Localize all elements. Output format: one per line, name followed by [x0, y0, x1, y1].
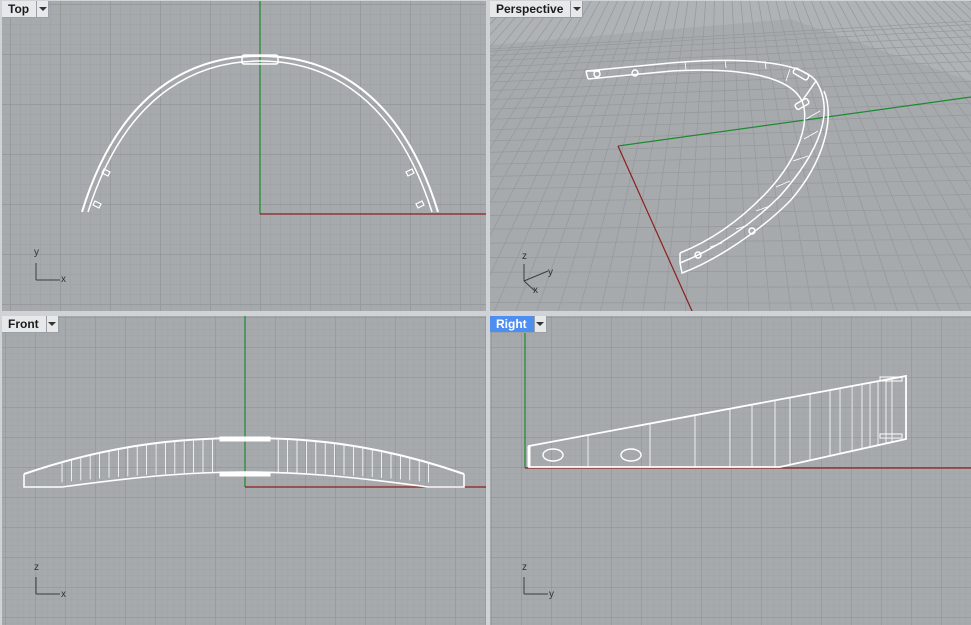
viewport-title[interactable]: Front: [2, 316, 47, 333]
viewport-front[interactable]: z x Front: [2, 316, 486, 625]
axis-label-y: y: [549, 589, 554, 600]
viewport-title[interactable]: Right: [490, 316, 535, 333]
axis-label-y: y: [548, 267, 553, 278]
right-scene: z y: [490, 316, 971, 625]
chevron-down-icon[interactable]: [46, 316, 59, 333]
viewport-top[interactable]: y x Top: [2, 1, 486, 311]
viewport-title[interactable]: Perspective: [490, 1, 572, 18]
axis-label-z: z: [522, 251, 527, 262]
axis-label-x: x: [533, 285, 538, 296]
viewport-tab-front[interactable]: Front: [2, 316, 59, 333]
viewport-tab-right[interactable]: Right: [490, 316, 547, 333]
axis-label-z: z: [34, 562, 39, 573]
viewport-tab-top[interactable]: Top: [2, 1, 50, 18]
viewport-perspective[interactable]: z y x Perspective: [490, 1, 971, 311]
chevron-down-icon[interactable]: [37, 1, 50, 18]
axis-label-y: y: [34, 247, 39, 258]
chevron-down-icon[interactable]: [571, 1, 584, 18]
viewport-right[interactable]: z y Right: [490, 316, 971, 625]
chevron-down-icon[interactable]: [534, 316, 547, 333]
axis-label-z: z: [522, 562, 527, 573]
axis-label-x: x: [61, 274, 66, 285]
axis-label-x: x: [61, 589, 66, 600]
viewport-title[interactable]: Top: [2, 1, 38, 18]
front-scene: z x: [2, 316, 486, 625]
viewport-tab-perspective[interactable]: Perspective: [490, 1, 584, 18]
perspective-scene: z y x: [490, 1, 971, 311]
top-axis-labels: y x: [34, 247, 66, 285]
